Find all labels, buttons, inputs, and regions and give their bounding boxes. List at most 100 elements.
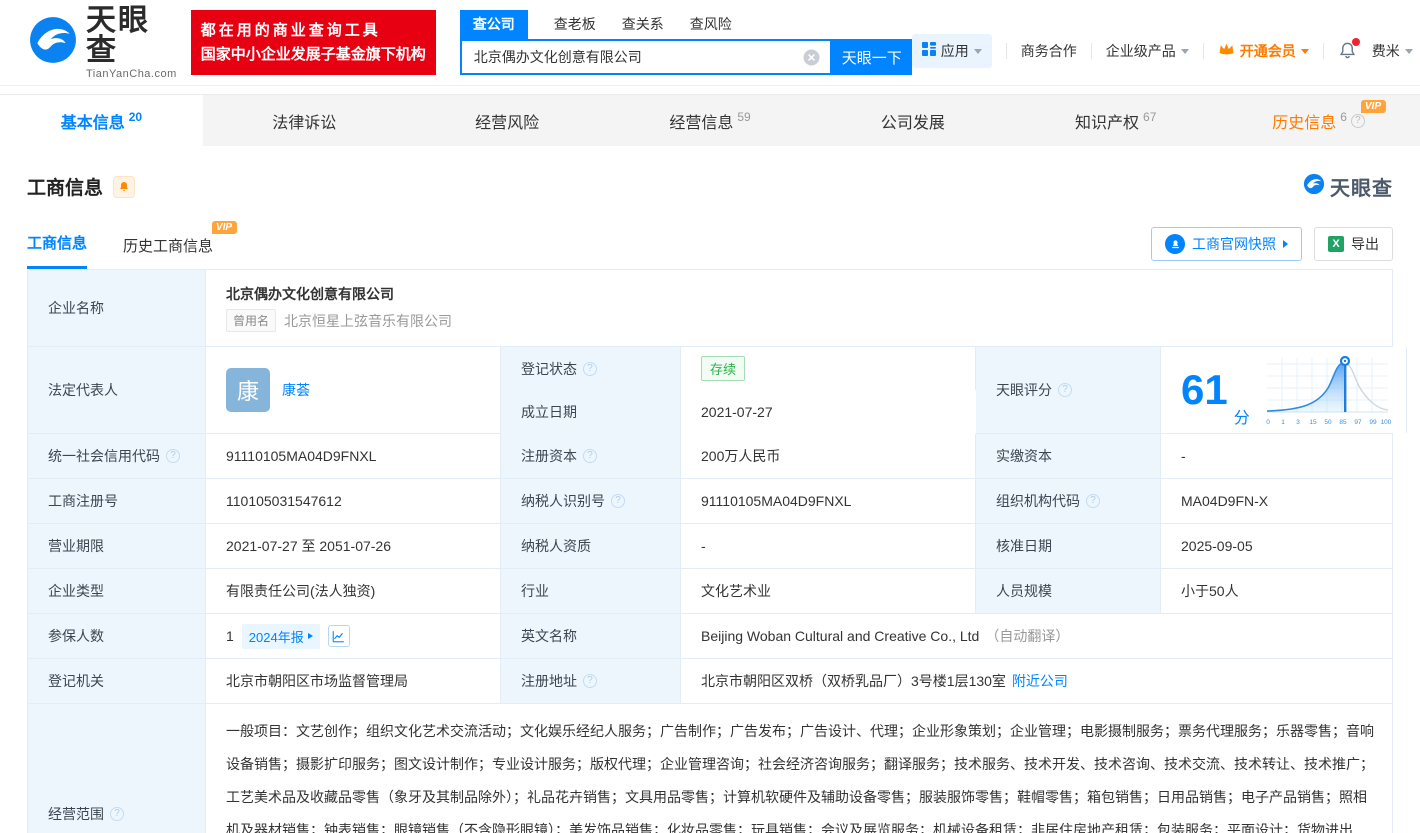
top-right-nav: 应用 商务合作 企业级产品 开通会员 费米: [912, 34, 1413, 68]
field-label: 法定代表人: [28, 347, 206, 433]
tab-basic-info[interactable]: 基本信息 20: [0, 95, 203, 146]
field-label: 参保人数: [28, 614, 206, 658]
field-label: 核准日期: [976, 524, 1161, 568]
annual-report-badge[interactable]: 2024年报: [242, 624, 320, 649]
official-snapshot-button[interactable]: 工商官网快照: [1151, 227, 1302, 261]
tab-count: 59: [737, 110, 750, 124]
company-detail-tabs: 基本信息 20 法律诉讼 经营风险 经营信息 59 公司发展 知识产权 67 V…: [0, 94, 1420, 146]
field-label: 营业期限: [28, 524, 206, 568]
help-icon[interactable]: [110, 807, 124, 821]
score-label: 天眼评分: [996, 380, 1052, 400]
tab-operating-info[interactable]: 经营信息 59: [609, 95, 812, 146]
score-unit: 分: [1234, 404, 1250, 428]
field-label: 注册资本: [501, 434, 681, 478]
legal-rep-link[interactable]: 康荟: [282, 380, 310, 400]
reg-status-label: 登记状态: [521, 359, 577, 379]
user-menu[interactable]: 费米: [1372, 41, 1413, 61]
tab-count: 6: [1340, 110, 1347, 124]
help-icon[interactable]: [1086, 494, 1100, 508]
trend-chart-icon[interactable]: [328, 625, 350, 647]
reg-number-value: 110105031547612: [206, 479, 501, 523]
score-cell[interactable]: 61 分: [1161, 347, 1407, 433]
help-icon[interactable]: [583, 674, 597, 688]
svg-text:85: 85: [1339, 419, 1347, 426]
table-row: 经营范围 一般项目：文艺创作；组织文化艺术交流活动；文化娱乐经纪人服务；广告制作…: [28, 704, 1392, 833]
nearby-companies-link[interactable]: 附近公司: [1012, 671, 1068, 691]
search-button[interactable]: 天眼一下: [832, 39, 912, 75]
slogan-line2: 国家中小企业发展子基金旗下机构: [201, 43, 426, 66]
tianyancha-logo[interactable]: 天眼查 TianYanCha.com: [28, 6, 177, 80]
table-row: 参保人数 1 2024年报 英文名称 Beijing Woban Cultura…: [28, 614, 1392, 659]
search-tab-company[interactable]: 查公司: [460, 10, 528, 39]
chevron-down-icon: [1405, 49, 1413, 54]
business-scope-value: 一般项目：文艺创作；组织文化艺术交流活动；文化娱乐经纪人服务；广告制作；广告发布…: [206, 704, 1392, 833]
enterprise-products-menu[interactable]: 企业级产品: [1106, 41, 1189, 61]
table-row: 统一社会信用代码 91110105MA04D9FNXL 注册资本 200万人民币…: [28, 434, 1392, 479]
tab-intellectual-property[interactable]: 知识产权 67: [1014, 95, 1217, 146]
reg-authority-value: 北京市朝阳区市场监督管理局: [206, 659, 501, 703]
status-badge: 存续: [701, 356, 745, 381]
subtab-history-business-info[interactable]: VIP 历史工商信息: [123, 235, 213, 269]
nav-divider: [1203, 43, 1204, 59]
chevron-down-icon: [1301, 49, 1309, 54]
table-row: 工商注册号 110105031547612 纳税人识别号 91110105MA0…: [28, 479, 1392, 524]
business-cooperation-link[interactable]: 商务合作: [1021, 41, 1077, 61]
apps-menu[interactable]: 应用: [912, 34, 992, 68]
approval-date-value: 2025-09-05: [1161, 524, 1392, 568]
credit-code-value: 91110105MA04D9FNXL: [206, 434, 501, 478]
score-distribution-chart: 0 1 3 15 50 85 97 99 100: [1264, 350, 1392, 430]
notifications-bell[interactable]: [1338, 41, 1358, 61]
field-label: 工商注册号: [28, 479, 206, 523]
help-icon[interactable]: [166, 449, 180, 463]
search-input[interactable]: 北京偶办文化创意有限公司: [460, 39, 832, 75]
help-icon[interactable]: [583, 449, 597, 463]
field-label: 行业: [501, 569, 681, 613]
tab-label: 经营风险: [475, 109, 539, 133]
field-label: 登记机关: [28, 659, 206, 703]
table-row: 企业类型 有限责任公司(法人独资) 行业 文化艺术业 人员规模 小于50人: [28, 569, 1392, 614]
help-icon[interactable]: [1058, 383, 1072, 397]
apps-label: 应用: [941, 41, 969, 61]
field-label: 登记状态: [501, 347, 681, 391]
paid-capital-value: -: [1161, 434, 1392, 478]
open-vip-menu[interactable]: 开通会员: [1218, 41, 1309, 61]
english-name-cell: Beijing Woban Cultural and Creative Co.,…: [681, 614, 1392, 658]
company-name: 北京偶办文化创意有限公司: [226, 284, 394, 304]
tianyancha-watermark: 天眼查: [1303, 172, 1393, 201]
tab-company-development[interactable]: 公司发展: [811, 95, 1014, 146]
business-info-table: 企业名称 北京偶办文化创意有限公司 曾用名 北京恒星上弦音乐有限公司 法定代表人…: [27, 269, 1393, 833]
stamp-icon: [1165, 234, 1185, 254]
svg-text:99: 99: [1369, 419, 1377, 426]
clear-search-icon[interactable]: [803, 49, 820, 66]
search-tab-relation[interactable]: 查关系: [622, 10, 664, 39]
tab-history-info[interactable]: VIP 历史信息 6: [1217, 95, 1420, 146]
reg-address-cell: 北京市朝阳区双桥（双桥乳品厂）3号楼1层130室 附近公司: [681, 659, 1392, 703]
subtab-business-info[interactable]: 工商信息: [27, 232, 87, 269]
insured-count-cell: 1 2024年报: [206, 614, 501, 658]
logo-title: 天眼查: [86, 6, 177, 66]
excel-icon: X: [1328, 236, 1344, 252]
search-tab-risk[interactable]: 查风险: [690, 10, 732, 39]
legal-rep-cell: 康 康荟: [206, 347, 501, 433]
help-icon[interactable]: [1351, 114, 1365, 128]
avatar[interactable]: 康: [226, 368, 270, 412]
english-name-value: Beijing Woban Cultural and Creative Co.,…: [701, 628, 979, 644]
arrow-right-icon: [1283, 240, 1288, 248]
help-icon[interactable]: [611, 494, 625, 508]
help-icon[interactable]: [583, 362, 597, 376]
tab-label: 历史信息: [1272, 109, 1336, 133]
export-button[interactable]: X 导出: [1314, 227, 1393, 261]
search-tab-boss[interactable]: 查老板: [554, 10, 596, 39]
tab-legal-proceedings[interactable]: 法律诉讼: [203, 95, 406, 146]
tab-label: 法律诉讼: [272, 109, 336, 133]
field-label: 经营范围: [28, 704, 206, 833]
export-label: 导出: [1351, 234, 1379, 254]
reg-status-cell: 存续: [681, 347, 976, 391]
chevron-down-icon: [974, 49, 982, 54]
table-row: 企业名称 北京偶办文化创意有限公司 曾用名 北京恒星上弦音乐有限公司: [28, 270, 1392, 347]
svg-text:97: 97: [1354, 419, 1362, 426]
tab-count: 20: [129, 110, 142, 124]
monitor-bell-icon[interactable]: [113, 176, 135, 198]
apps-grid-icon: [922, 42, 936, 59]
tab-operating-risk[interactable]: 经营风险: [406, 95, 609, 146]
